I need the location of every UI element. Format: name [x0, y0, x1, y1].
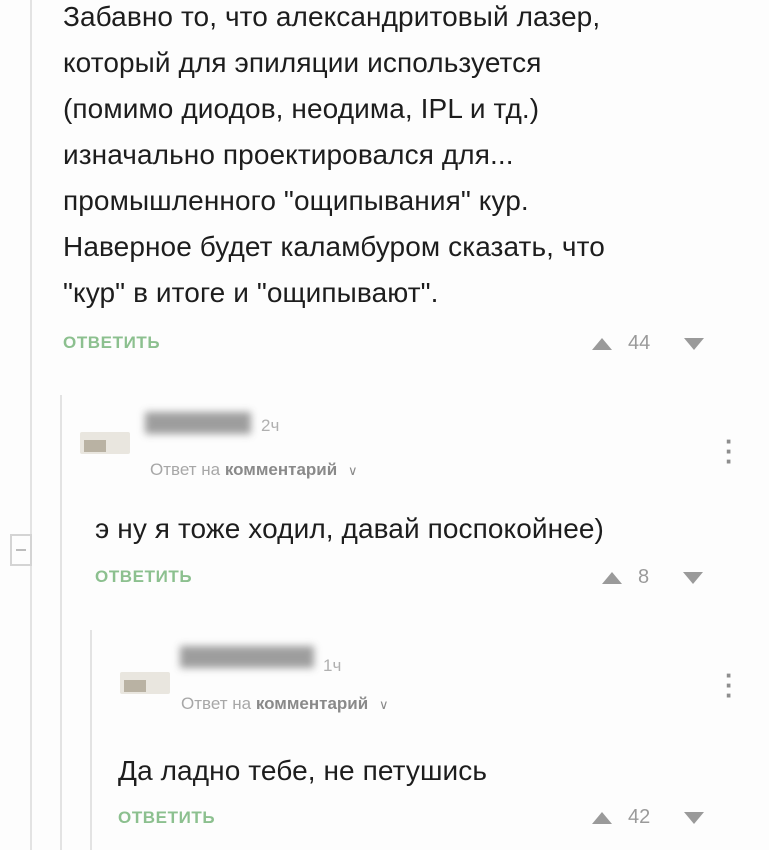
comment-text: Забавно то, что александритовый лазер, к… — [63, 1, 605, 308]
username-blurred[interactable] — [145, 412, 251, 434]
chevron-down-icon: ∨ — [378, 697, 389, 712]
more-options-icon[interactable]: · · · — [725, 662, 734, 708]
reply-to-target: комментарий — [255, 694, 369, 713]
thread-line-level-2 — [60, 395, 62, 850]
comment-time: 1ч — [323, 656, 342, 675]
reply-to-info[interactable]: Ответ на комментарий ∨ — [181, 694, 388, 714]
more-options-icon[interactable]: · · · — [725, 428, 734, 474]
downvote-icon[interactable] — [684, 811, 705, 824]
downvote-icon[interactable] — [684, 337, 705, 350]
thread-line-root — [30, 0, 32, 850]
upvote-icon[interactable] — [592, 811, 612, 824]
reply-to-prefix: Ответ на — [181, 694, 252, 713]
downvote-icon[interactable] — [683, 571, 704, 584]
thread-line-level-3 — [90, 630, 92, 850]
reply-button[interactable]: ОТВЕТИТЬ — [118, 808, 215, 828]
reply-to-target: комментарий — [224, 460, 338, 479]
username-blurred[interactable] — [180, 646, 314, 668]
comment-text: Да ладно тебе, не петушись — [118, 755, 488, 786]
chevron-down-icon: ∨ — [347, 463, 358, 478]
avatar[interactable] — [120, 672, 170, 694]
reply-button[interactable]: ОТВЕТИТЬ — [95, 567, 192, 587]
vote-widget: 8 — [602, 566, 704, 589]
avatar[interactable] — [80, 432, 130, 454]
upvote-icon[interactable] — [592, 337, 612, 350]
reply-to-info[interactable]: Ответ на комментарий ∨ — [150, 460, 357, 480]
rating-value: 44 — [628, 332, 651, 354]
reply-button[interactable]: ОТВЕТИТЬ — [63, 333, 160, 353]
comment-text: э ну я тоже ходил, давай поспокойнее) — [95, 513, 604, 544]
comment-time: 2ч — [261, 416, 280, 435]
rating-value: 42 — [628, 806, 651, 828]
rating-value: 8 — [638, 566, 650, 588]
collapse-thread-icon[interactable] — [10, 534, 32, 566]
reply-to-prefix: Ответ на — [150, 460, 221, 479]
upvote-icon[interactable] — [602, 571, 622, 584]
vote-widget: 44 — [592, 332, 705, 355]
vote-widget: 42 — [592, 806, 705, 829]
